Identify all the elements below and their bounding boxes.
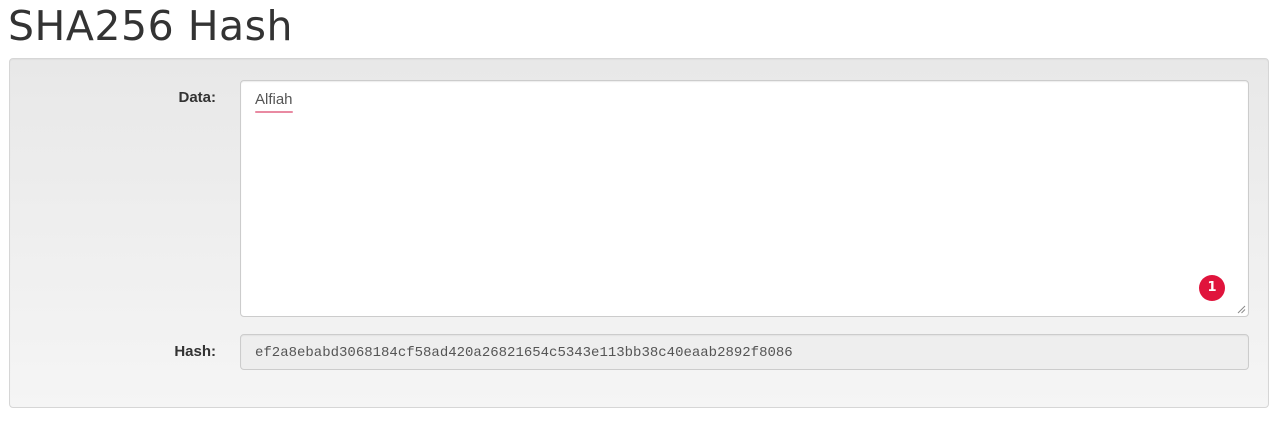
- resize-handle-icon[interactable]: [1237, 305, 1246, 314]
- data-text-content: Alfiah: [255, 91, 293, 108]
- spellcheck-underline: [255, 111, 293, 113]
- notification-badge-icon[interactable]: 1: [1199, 275, 1225, 301]
- hash-output-field[interactable]: ef2a8ebabd3068184cf58ad420a26821654c5343…: [240, 334, 1249, 370]
- data-text-value: Alfiah: [255, 90, 293, 113]
- data-label: Data:: [178, 89, 216, 106]
- hash-value: ef2a8ebabd3068184cf58ad420a26821654c5343…: [255, 345, 793, 361]
- hash-label: Hash:: [174, 343, 216, 360]
- hash-form-panel: Data: Alfiah 1 Hash: ef2a8ebabd3068184cf…: [9, 58, 1269, 408]
- page-title: SHA256 Hash: [8, 2, 293, 50]
- data-textarea[interactable]: Alfiah 1: [240, 80, 1249, 317]
